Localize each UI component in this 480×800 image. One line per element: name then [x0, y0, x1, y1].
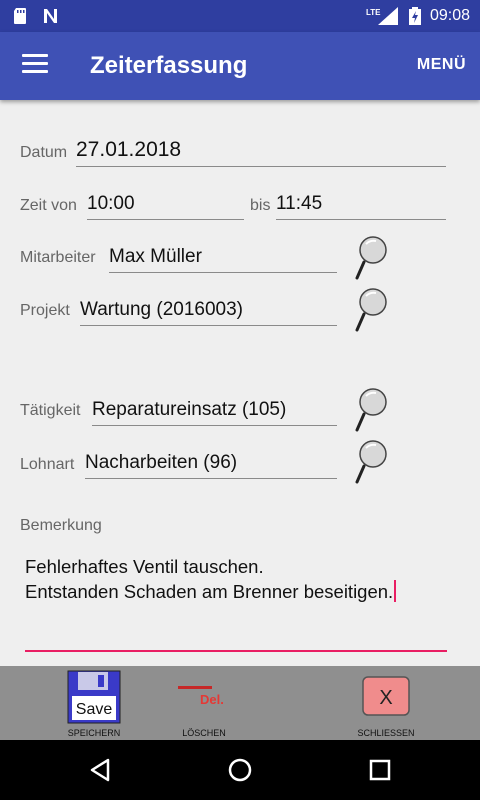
svg-text:Del.: Del.: [200, 692, 224, 707]
close-label: SCHLIESSEN: [357, 728, 415, 738]
lohnart-field[interactable]: Nacharbeiten (96): [85, 452, 337, 479]
projekt-search-icon[interactable]: [352, 286, 388, 334]
zeit-von-label: Zeit von: [20, 197, 77, 214]
lohnart-label: Lohnart: [20, 456, 75, 473]
delete-label: LÖSCHEN: [182, 728, 226, 738]
taetigkeit-label: Tätigkeit: [20, 402, 81, 419]
datum-field[interactable]: 27.01.2018: [76, 138, 446, 167]
mitarbeiter-search-icon[interactable]: [352, 234, 388, 282]
recents-icon[interactable]: [366, 756, 394, 784]
n-notification-icon: [44, 9, 57, 23]
taetigkeit-search-icon[interactable]: [352, 386, 388, 434]
delete-button[interactable]: Del. LÖSCHEN: [154, 666, 254, 740]
home-icon[interactable]: [226, 756, 254, 784]
bemerkung-line-2: Entstanden Schaden am Brenner beseitigen…: [25, 581, 394, 602]
close-icon: X: [362, 676, 410, 716]
bemerkung-underline: [25, 650, 447, 652]
battery-charging-icon: [408, 7, 421, 25]
mitarbeiter-field[interactable]: Max Müller: [109, 246, 337, 273]
mitarbeiter-label: Mitarbeiter: [20, 249, 96, 266]
back-icon[interactable]: [86, 756, 114, 784]
clock: 09:08: [429, 7, 470, 24]
svg-text:LTE: LTE: [366, 8, 381, 17]
lohnart-search-icon[interactable]: [352, 438, 388, 486]
menu-icon[interactable]: [22, 54, 48, 76]
save-icon: Save: [67, 670, 121, 724]
page-title: Zeiterfassung: [90, 52, 248, 79]
svg-text:Save: Save: [76, 701, 113, 718]
projekt-label: Projekt: [20, 302, 70, 319]
app-bar: Zeiterfassung MENÜ: [0, 32, 480, 100]
bemerkung-label: Bemerkung: [20, 517, 102, 534]
status-bar: LTE 09:08: [0, 0, 480, 32]
save-button[interactable]: Save SPEICHERN: [44, 666, 144, 740]
sd-card-icon: [14, 8, 26, 24]
svg-text:X: X: [379, 687, 392, 709]
zeit-von-field[interactable]: 10:00: [87, 193, 244, 220]
lte-signal-icon: LTE: [366, 7, 398, 25]
delete-icon: Del.: [178, 686, 224, 707]
menu-button[interactable]: MENÜ: [417, 56, 466, 74]
bemerkung-textarea[interactable]: Fehlerhaftes Ventil tauschen. Entstanden…: [25, 554, 397, 604]
bis-label: bis: [250, 197, 271, 214]
bemerkung-line-1: Fehlerhaftes Ventil tauschen.: [25, 556, 264, 577]
save-label: SPEICHERN: [67, 728, 121, 738]
text-cursor: [394, 580, 397, 602]
projekt-field[interactable]: Wartung (2016003): [80, 299, 337, 326]
system-nav-bar: [0, 740, 480, 800]
bis-field[interactable]: 11:45: [276, 193, 446, 220]
taetigkeit-field[interactable]: Reparatureinsatz (105): [92, 399, 337, 426]
datum-label: Datum: [20, 144, 68, 161]
close-button[interactable]: X SCHLIESSEN: [336, 666, 436, 740]
action-toolbar: Save SPEICHERN Del. LÖSCHEN X SCHLIESSEN: [0, 666, 480, 740]
